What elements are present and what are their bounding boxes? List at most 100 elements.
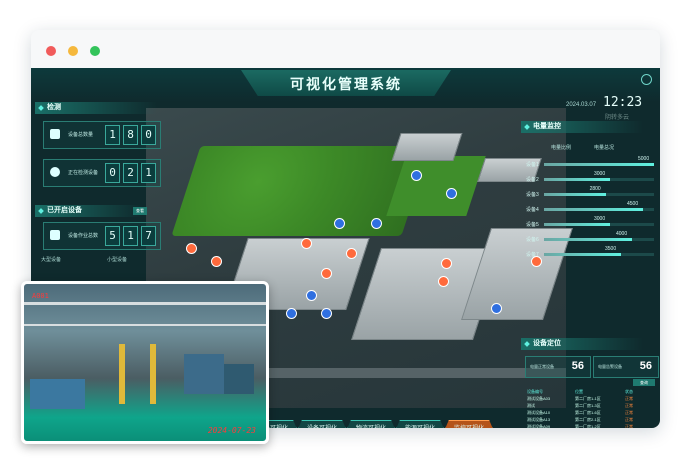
device-marker-icon[interactable] (491, 303, 502, 314)
small-device-label: 小型设备 (107, 257, 128, 263)
table-cell: 第一厂房1-2区 (575, 424, 601, 428)
yellow-pillar (119, 344, 125, 404)
device-marker-icon[interactable] (334, 218, 345, 229)
gauge-icon (50, 167, 60, 177)
ceiling-beam (24, 324, 266, 326)
view-button[interactable]: 查看 (133, 207, 147, 215)
alarm-marker-icon[interactable] (186, 243, 197, 254)
device-marker-icon[interactable] (306, 290, 317, 301)
energy-device-label: 设备2 (526, 177, 539, 183)
device-total-stat: 设备总数量 1 8 0 (43, 121, 161, 149)
table-row[interactable]: 测试设备A13 第二厂房2-1区 正常 (524, 416, 658, 423)
alarm-marker-icon[interactable] (301, 238, 312, 249)
window-titlebar (31, 30, 660, 68)
column-header: 位置 (575, 389, 583, 394)
energy-bar (544, 208, 643, 211)
table-row[interactable]: 测试 第二厂房1-3区 正常 (524, 402, 658, 409)
table-cell: 第二厂房1-1区 (575, 396, 601, 401)
energy-device-label: 设备6 (526, 237, 539, 243)
device-marker-icon[interactable] (321, 308, 332, 319)
camera-feed[interactable]: A001 2024-07-23 (21, 281, 269, 444)
building[interactable] (391, 133, 463, 161)
energy-row: 设备4 4500 (526, 201, 656, 215)
device-marker-icon[interactable] (446, 188, 457, 199)
table-cell: 测试设备A10 (527, 410, 551, 415)
machine (224, 364, 254, 394)
cable-reels (30, 379, 85, 409)
alarm-device-value: 56 (639, 360, 652, 372)
running-panel-title: 已开启设备 (35, 205, 142, 217)
energy-device-label: 设备4 (526, 207, 539, 213)
close-window-icon[interactable] (46, 46, 56, 56)
stat-digit: 1 (123, 226, 138, 246)
dashboard-header: 可视化管理系统 (31, 68, 660, 102)
maximize-window-icon[interactable] (90, 46, 100, 56)
table-cell: 正常 (625, 424, 633, 428)
table-row[interactable]: 测试设备A10 第二厂房1-6区 正常 (524, 409, 658, 416)
energy-bar-track (544, 208, 654, 211)
table-cell: 测试设备A13 (527, 417, 551, 422)
energy-bar (544, 238, 632, 241)
energy-row: 设备3 2800 (526, 186, 656, 200)
energy-bar (544, 178, 610, 181)
device-marker-icon[interactable] (371, 218, 382, 229)
energy-panel-title: 电量监控 (521, 121, 643, 133)
table-cell: 测试设备A03 (527, 396, 551, 401)
table-cell: 正常 (625, 410, 633, 415)
table-cell: 正常 (625, 417, 633, 422)
energy-device-label: 设备3 (526, 192, 539, 198)
normal-device-value: 56 (571, 360, 584, 372)
device-operation-stat: 设备作业总数 5 1 7 (43, 222, 161, 250)
table-cell: 第二厂房2-1区 (575, 417, 601, 422)
nav-device-visual-2[interactable]: 设备可视化 (298, 420, 346, 428)
nav-monitor-visual[interactable]: 监控可视化 (445, 420, 493, 428)
alarm-marker-icon[interactable] (346, 248, 357, 259)
energy-bar (544, 163, 654, 166)
table-cell: 第二厂房1-6区 (575, 410, 601, 415)
energy-bar-track (544, 238, 654, 241)
device-marker-icon[interactable] (411, 170, 422, 181)
energy-bar-track (544, 193, 654, 196)
alarm-marker-icon[interactable] (321, 268, 332, 279)
stat-label: 设备总数量 (68, 132, 94, 138)
stat-digit: 8 (123, 125, 138, 145)
stat-digit: 1 (141, 163, 156, 183)
table-row[interactable]: 测试设备A09 第一厂房1-2区 正常 (524, 423, 658, 428)
energy-bar-track (544, 253, 654, 256)
table-cell: 测试 (527, 403, 535, 408)
energy-row: 设备6 4000 (526, 231, 656, 245)
stat-label: 正在检测设备 (68, 170, 99, 176)
stat-digit: 5 (105, 226, 120, 246)
energy-value: 4500 (627, 201, 639, 207)
position-panel-title: 设备定位 (521, 338, 643, 350)
table-cell: 测试设备A09 (527, 424, 551, 428)
minimize-window-icon[interactable] (68, 46, 78, 56)
energy-value: 3500 (605, 246, 617, 252)
machine (184, 354, 224, 394)
energy-row: 设备1 5000 (526, 156, 656, 170)
stat-digit: 7 (141, 226, 156, 246)
camera-timestamp: 2024-07-23 (207, 426, 256, 435)
energy-legend-total: 电量总况 (594, 145, 615, 151)
alarm-marker-icon[interactable] (438, 276, 449, 287)
column-header: 设备编号 (527, 389, 543, 394)
query-button[interactable]: 查询 (633, 379, 655, 386)
table-cell: 第二厂房1-3区 (575, 403, 601, 408)
alarm-marker-icon[interactable] (441, 258, 452, 269)
energy-bar-track (544, 163, 654, 166)
alarm-marker-icon[interactable] (211, 256, 222, 267)
energy-value: 5000 (638, 156, 650, 162)
nav-energy-visual[interactable]: 能源可视化 (396, 420, 444, 428)
column-header: 状态 (625, 389, 633, 394)
table-row[interactable]: 测试设备A03 第二厂房1-1区 正常 (524, 395, 658, 402)
energy-value: 4000 (616, 231, 628, 237)
device-marker-icon[interactable] (286, 308, 297, 319)
yellow-pillar (150, 344, 156, 404)
energy-legend-ratio: 电量比例 (551, 145, 572, 151)
nav-logistics-visual[interactable]: 物流可视化 (347, 420, 395, 428)
energy-value: 3000 (594, 216, 606, 222)
user-icon[interactable] (641, 74, 652, 85)
weather-text: 阴转多云 (605, 115, 630, 121)
table-header: 设备编号 位置 状态 (524, 388, 658, 395)
energy-value: 2800 (589, 186, 601, 192)
